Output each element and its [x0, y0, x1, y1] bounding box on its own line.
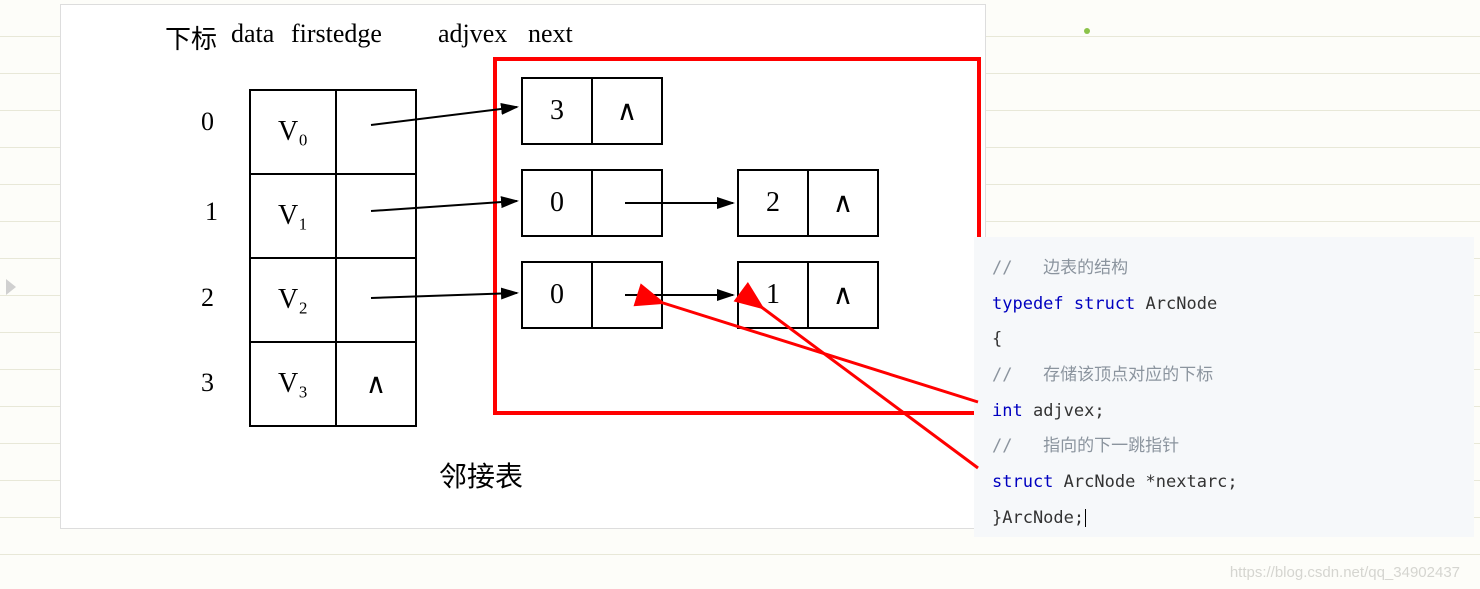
diagram-caption: 邻接表	[439, 455, 523, 495]
vertex-2-firstedge	[336, 258, 416, 342]
adjacency-list-diagram: 下标 data firstedge adjvex next 0 1 2 3 V₀…	[60, 4, 986, 529]
text-cursor	[1085, 509, 1086, 527]
header-adjvex: adjvex	[438, 19, 507, 49]
code-panel: // 边表的结构 typedef struct ArcNode { // 存储该…	[974, 237, 1474, 537]
index-2: 2	[201, 283, 214, 313]
code-l4: // 存储该顶点对应的下标	[992, 358, 1456, 394]
vertex-1: V₁	[250, 174, 336, 258]
code-l1: // 边表的结构	[992, 251, 1456, 287]
vertex-table: V₀ V₁ V₂ V₃∧	[249, 89, 417, 427]
code-l8: }ArcNode;	[992, 501, 1456, 537]
vertex-0-firstedge	[336, 90, 416, 174]
left-triangle-marker	[6, 279, 16, 295]
vertex-1-firstedge	[336, 174, 416, 258]
code-l7: struct ArcNode *nextarc;	[992, 465, 1456, 501]
index-3: 3	[201, 368, 214, 398]
code-l2: typedef struct ArcNode	[992, 287, 1456, 323]
vertex-3: V₃	[250, 342, 336, 426]
header-data: data	[231, 19, 274, 49]
green-dot	[1084, 28, 1090, 34]
index-0: 0	[201, 107, 214, 137]
code-l5: int adjvex;	[992, 394, 1456, 430]
header-subscript: 下标	[165, 19, 217, 56]
vertex-2: V₂	[250, 258, 336, 342]
watermark: https://blog.csdn.net/qq_34902437	[1230, 564, 1460, 581]
red-highlight-box	[493, 57, 981, 415]
index-1: 1	[205, 197, 218, 227]
header-next: next	[528, 19, 573, 49]
vertex-3-null: ∧	[336, 342, 416, 426]
header-firstedge: firstedge	[291, 19, 382, 49]
code-l6: // 指向的下一跳指针	[992, 429, 1456, 465]
vertex-0: V₀	[250, 90, 336, 174]
code-l3: {	[992, 322, 1456, 358]
